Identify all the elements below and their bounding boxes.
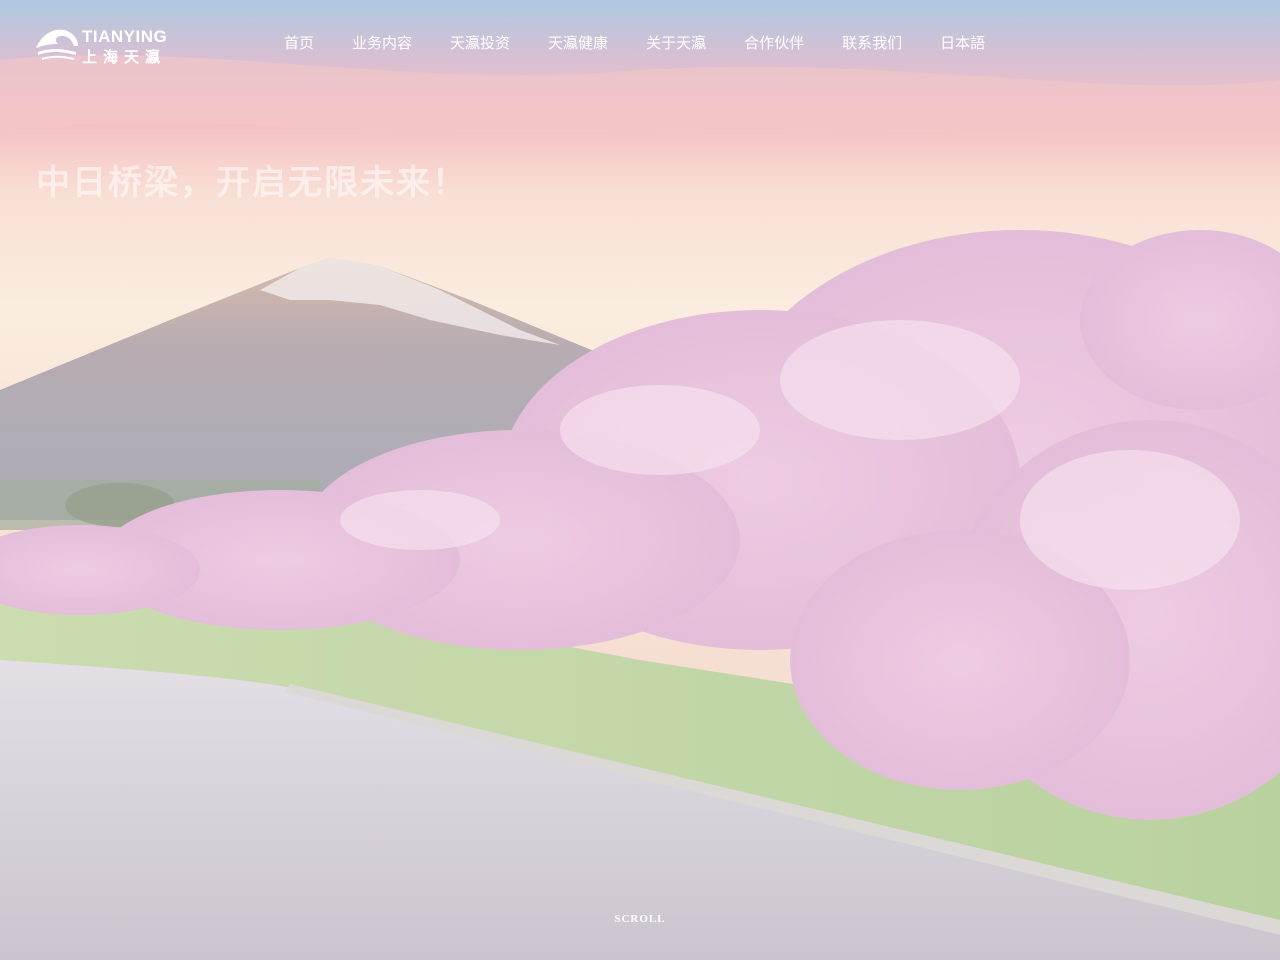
main-nav: 首页 业务内容 天瀛投资 天瀛健康 关于天瀛 合作伙伴 联系我们 日本語 [265,32,1004,54]
nav-item-about[interactable]: 关于天瀛 [627,32,725,54]
nav-item-business[interactable]: 业务内容 [333,32,431,54]
nav-item-partners[interactable]: 合作伙伴 [725,32,823,54]
hero-background [0,0,1280,960]
hero-overlay [0,0,1280,960]
nav-item-investment[interactable]: 天瀛投资 [431,32,529,54]
site-logo[interactable]: TIANYING 上海天瀛 [34,26,184,66]
logo-mark-icon [36,29,78,60]
logo-english-text: TIANYING [82,27,168,46]
nav-item-home[interactable]: 首页 [265,32,333,54]
nav-item-contact[interactable]: 联系我们 [823,32,921,54]
logo-chinese-text: 上海天瀛 [82,48,167,66]
nav-item-health[interactable]: 天瀛健康 [529,32,627,54]
hero-slogan: 中日桥梁，开启无限未来！ [36,163,468,203]
nav-item-japanese[interactable]: 日本語 [921,32,1004,54]
scroll-indicator[interactable]: SCROLL [0,913,1280,925]
